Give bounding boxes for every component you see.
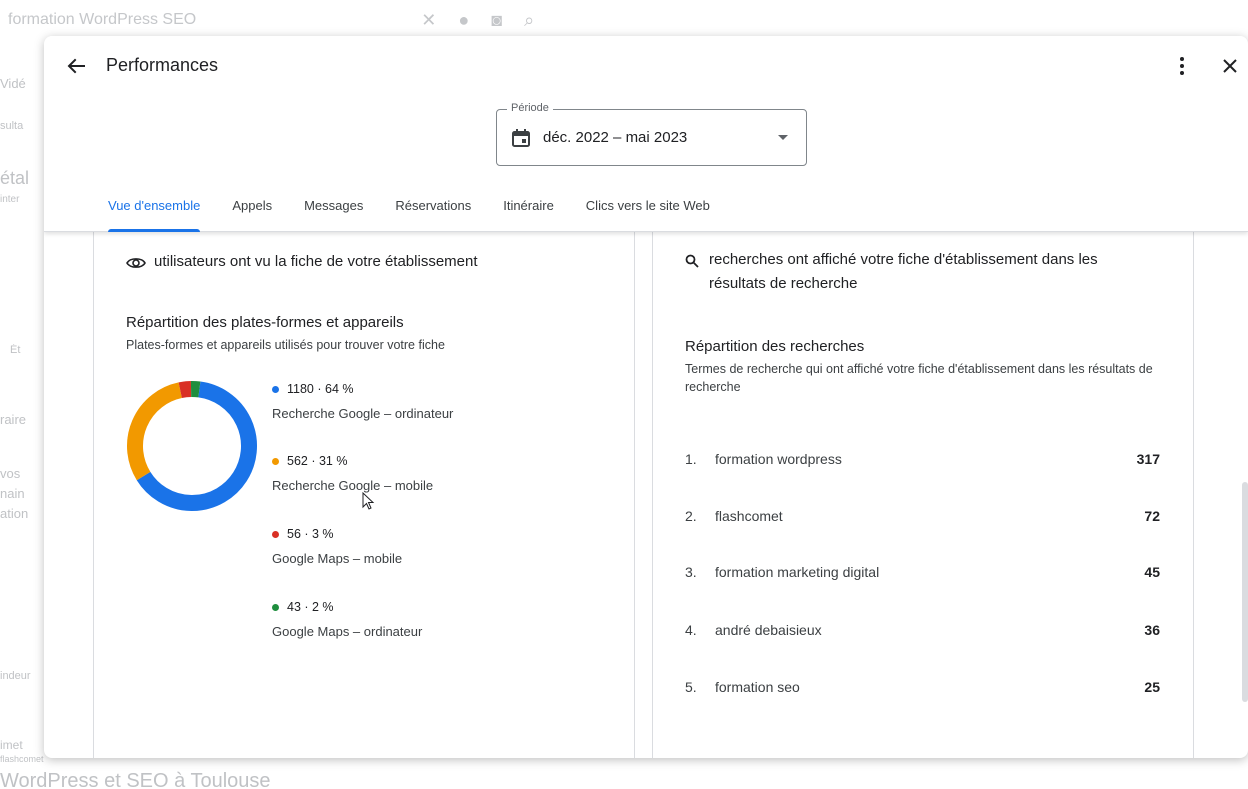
query-count: 72 (1144, 508, 1160, 524)
query-count: 36 (1144, 622, 1160, 638)
bg-text: Vidé (0, 76, 26, 91)
search-query-row: 5. formation seo 25 (685, 679, 1160, 695)
platform-donut-chart (127, 381, 257, 511)
legend-dot (272, 457, 279, 465)
legend-value: 562 · 31 % (287, 454, 348, 468)
background-search-text: formation WordPress SEO (8, 11, 197, 28)
query-count: 317 (1136, 451, 1160, 467)
period-label: Période (507, 102, 553, 114)
dialog-content: 1841 utilisateurs ont vu la fiche de vot… (44, 200, 1248, 758)
query-rank: 4. (685, 622, 697, 638)
bg-text: indeur (0, 670, 31, 682)
clear-icon: ✕ (421, 9, 437, 30)
period-select[interactable]: Période déc. 2022 – mai 2023 (496, 102, 807, 166)
tab-directions[interactable]: Itinéraire (503, 198, 554, 232)
performance-dialog: Performances Période déc. 2022 – mai 202… (44, 36, 1248, 758)
profile-views-card: 1841 utilisateurs ont vu la fiche de vot… (93, 200, 635, 758)
searches-card: 511 recherches ont affiché votre fiche d… (652, 200, 1194, 758)
tab-messages[interactable]: Messages (304, 198, 363, 232)
close-button[interactable] (1216, 52, 1244, 80)
legend-label: Google Maps – mobile (272, 551, 403, 566)
profile-views-text: utilisateurs ont vu la fiche de votre ét… (154, 253, 478, 270)
legend-label: Google Maps – ordinateur (272, 624, 423, 639)
query-count: 25 (1144, 679, 1160, 695)
search-icon: ⌕ (524, 9, 535, 30)
query-rank: 5. (685, 679, 697, 695)
background-result-title: WordPress et SEO à Toulouse (0, 770, 271, 789)
dialog-title: Performances (106, 55, 219, 75)
back-button[interactable] (62, 52, 90, 80)
search-query-row: 2. flashcomet 72 (685, 508, 1160, 524)
legend-dot (272, 530, 279, 538)
legend-value: 43 · 2 % (287, 600, 334, 614)
dialog-header: Performances Période déc. 2022 – mai 202… (44, 36, 1248, 232)
dropdown-arrow-icon (778, 135, 788, 140)
search-breakdown-subtitle: Termes de recherche qui ont affiché votr… (685, 362, 1153, 394)
query-count: 45 (1144, 564, 1160, 580)
search-query-row: 4. andré debaisieux 36 (685, 622, 1160, 638)
legend-dot (272, 385, 279, 393)
legend-value: 56 · 3 % (287, 527, 334, 541)
legend-label: Recherche Google – mobile (272, 478, 434, 493)
donut-slice-2 (127, 382, 183, 481)
query-rank: 2. (685, 508, 697, 524)
microphone-icon: ● (458, 9, 470, 30)
more-options-button[interactable] (1170, 52, 1194, 80)
profile-views-caption: utilisateurs ont vu la fiche de votre ét… (126, 250, 606, 278)
calendar-icon (512, 129, 530, 147)
searches-text: recherches ont affiché votre fiche d'éta… (709, 251, 1098, 292)
search-query-row: 1. formation wordpress 317 (685, 451, 1160, 467)
mouse-cursor-icon (362, 492, 375, 510)
dialog-scrollbar[interactable] (1242, 482, 1248, 702)
tab-website-clicks[interactable]: Clics vers le site Web (586, 198, 710, 232)
tab-overview[interactable]: Vue d'ensemble (108, 198, 201, 232)
arrow-back-icon (67, 58, 85, 74)
search-breakdown-title: Répartition des recherches (685, 338, 865, 355)
query-term: formation seo (715, 679, 800, 695)
bg-text: étal (0, 168, 30, 188)
legend-value: 1180 · 64 % (287, 382, 354, 396)
searches-caption: recherches ont affiché votre fiche d'éta… (685, 248, 1155, 296)
more-vert-icon (1180, 57, 1184, 75)
legend-item: 562 · 31 % Recherche Google – mobile (272, 454, 433, 493)
legend-item: 56 · 3 % Google Maps – mobile (272, 527, 402, 566)
bg-text: imet (0, 738, 23, 752)
background-search-bar: formation WordPress SEO ✕ ● ◙ ⌕ (0, 0, 600, 40)
donut-slice-3 (178, 381, 192, 399)
search-icon (685, 248, 703, 296)
tab-bookings[interactable]: Réservations (395, 198, 471, 232)
platform-breakdown-subtitle: Plates-formes et appareils utilisés pour… (126, 338, 445, 352)
platform-breakdown-title: Répartition des plates-formes et apparei… (126, 314, 404, 331)
tab-bar: Vue d'ensemble Appels Messages Réservati… (108, 198, 742, 232)
search-query-row: 3. formation marketing digital 45 (685, 564, 1160, 580)
close-icon (1223, 59, 1237, 73)
camera-icon: ◙ (491, 9, 503, 30)
bg-text: raire (0, 412, 27, 427)
query-term: formation wordpress (715, 451, 842, 467)
query-term: andré debaisieux (715, 622, 822, 638)
legend-dot (272, 603, 279, 611)
bg-text: vos (0, 466, 21, 481)
legend-label: Recherche Google – ordinateur (272, 406, 454, 421)
bg-text: nain (0, 486, 25, 501)
query-term: flashcomet (715, 508, 783, 524)
bg-text: Ét (10, 344, 21, 356)
eye-icon (126, 250, 148, 278)
query-rank: 1. (685, 451, 697, 467)
legend-item: 43 · 2 % Google Maps – ordinateur (272, 600, 422, 639)
bg-text: ation (0, 506, 29, 521)
query-rank: 3. (685, 564, 697, 580)
bg-text: flashcomet (0, 754, 44, 764)
bg-text: inter (0, 194, 20, 205)
period-value: déc. 2022 – mai 2023 (543, 129, 688, 146)
query-term: formation marketing digital (715, 564, 880, 580)
tab-calls[interactable]: Appels (232, 198, 272, 232)
legend-item: 1180 · 64 % Recherche Google – ordinateu… (272, 382, 453, 421)
bg-text: sulta (0, 120, 24, 132)
